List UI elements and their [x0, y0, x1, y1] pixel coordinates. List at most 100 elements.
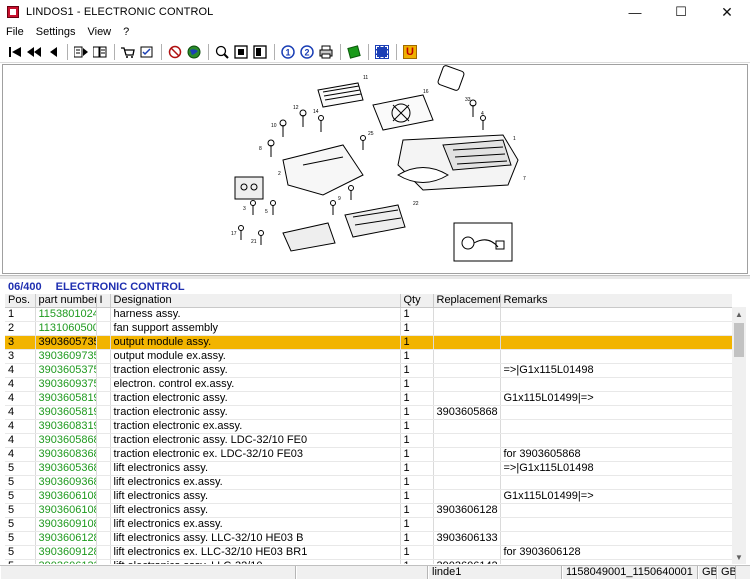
- page-view-button[interactable]: [232, 43, 250, 61]
- page-list-button[interactable]: [91, 43, 109, 61]
- cell-i: [96, 321, 111, 336]
- cell-i: [96, 531, 111, 546]
- cell-remarks: =>|G1x115L01498: [500, 363, 732, 378]
- minimize-button[interactable]: —: [612, 0, 658, 24]
- table-row[interactable]: 4 3903609375 electron. control ex.assy. 1: [5, 377, 732, 392]
- print-button[interactable]: [317, 43, 335, 61]
- cell-designation: lift electronics assy. LLC-32/10 HE03 B: [110, 531, 401, 546]
- cell-remarks: for 3903605868: [500, 447, 732, 462]
- cell-pos: 3: [5, 349, 36, 364]
- window-title: LINDOS1 - ELECTRONIC CONTROL: [26, 6, 214, 18]
- table-row[interactable]: 5 3903606128 lift electronics assy. LLC-32…: [5, 531, 732, 546]
- cell-i: [96, 391, 111, 406]
- rewind-button[interactable]: [25, 43, 43, 61]
- table-row[interactable]: 5 3903609128 lift electronics ex. LLC-32/1…: [5, 545, 732, 560]
- export-button[interactable]: [345, 43, 363, 61]
- cell-remarks: for 3903606128: [500, 545, 732, 560]
- page-fit-button[interactable]: [251, 43, 269, 61]
- header-replacement[interactable]: Replacement: [433, 294, 501, 308]
- app-icon: [7, 6, 19, 18]
- header-designation[interactable]: Designation: [110, 294, 401, 308]
- status-bar: linde1 1158049001_1150640001 GB GB: [0, 565, 750, 579]
- cell-designation: lift electronics assy. LLC-32/10: [110, 559, 401, 564]
- cell-remarks: [500, 433, 732, 448]
- table-row[interactable]: 4 3903605375 traction electronic assy. 1 =>|…: [5, 363, 732, 378]
- cell-pos: 4: [5, 447, 36, 462]
- cell-pos: 5: [5, 559, 36, 564]
- update-button[interactable]: U: [401, 43, 419, 61]
- cell-i: [96, 419, 111, 434]
- table-row[interactable]: 3 3903609735 output module ex.assy. 1: [5, 349, 732, 364]
- svg-text:2: 2: [304, 47, 309, 57]
- header-remarks[interactable]: Remarks: [500, 294, 732, 308]
- cell-designation: harness assy.: [110, 307, 401, 322]
- maximize-button[interactable]: ☐: [658, 0, 704, 24]
- pane-splitter[interactable]: [0, 275, 750, 279]
- cell-remarks: [500, 335, 732, 350]
- svg-text:12: 12: [293, 105, 299, 111]
- previous-button[interactable]: [44, 43, 62, 61]
- table-row[interactable]: 4 3903605868 traction electronic assy. LDC…: [5, 433, 732, 448]
- cell-designation: fan support assembly: [110, 321, 401, 336]
- cell-designation: output module assy.: [110, 335, 401, 350]
- table-row[interactable]: 4 3903605819 traction electronic assy. 1 G1x…: [5, 391, 732, 406]
- table-row[interactable]: 2 1131060500 fan support assembly 1: [5, 321, 732, 336]
- cell-pos: 5: [5, 461, 36, 476]
- menu-settings[interactable]: Settings: [36, 26, 76, 38]
- cell-replacement: [433, 349, 501, 364]
- cell-remarks: [500, 307, 732, 322]
- table-row[interactable]: 4 3903608368 traction electronic ex. LDC-3…: [5, 447, 732, 462]
- book-arrow-icon: [74, 46, 88, 57]
- svg-text:7: 7: [523, 176, 526, 182]
- header-qty[interactable]: Qty: [400, 294, 434, 308]
- vertical-scrollbar[interactable]: ▲ ▼: [732, 307, 746, 564]
- view-2-button[interactable]: 2: [298, 43, 316, 61]
- cell-i: [96, 307, 111, 322]
- menu-view[interactable]: View: [87, 26, 111, 38]
- table-row[interactable]: 5 3903605368 lift electronics assy. 1 =>|G1x…: [5, 461, 732, 476]
- globe-button[interactable]: [185, 43, 203, 61]
- scroll-down-arrow-icon[interactable]: ▼: [732, 550, 746, 564]
- menu-help[interactable]: ?: [123, 26, 129, 38]
- scroll-up-arrow-icon[interactable]: ▲: [732, 307, 746, 321]
- first-page-button[interactable]: [6, 43, 24, 61]
- book-next-button[interactable]: [72, 43, 90, 61]
- cell-designation: lift electronics ex.assy.: [110, 517, 401, 532]
- table-row[interactable]: 5 3903609368 lift electronics ex.assy. 1: [5, 475, 732, 490]
- cell-part-number: 1131060500: [35, 321, 97, 336]
- view-1-button[interactable]: 1: [279, 43, 297, 61]
- table-row[interactable]: 3 3903605735 output module assy. 1: [5, 335, 732, 350]
- header-i[interactable]: I: [96, 294, 111, 308]
- search-part-button[interactable]: [166, 43, 184, 61]
- cell-part-number: 3903608319: [35, 419, 97, 434]
- table-row[interactable]: 4 3903605819 traction electronic assy. 1 390…: [5, 405, 732, 420]
- menu-file[interactable]: File: [6, 26, 24, 38]
- table-row[interactable]: 4 3903608319 traction electronic ex.assy. 1: [5, 419, 732, 434]
- cell-designation: output module ex.assy.: [110, 349, 401, 364]
- cell-part-number: 3903606108: [35, 503, 97, 518]
- cell-part-number: 3903606108: [35, 489, 97, 504]
- zoom-button[interactable]: [213, 43, 231, 61]
- cell-qty: 1: [400, 377, 434, 392]
- cell-designation: electron. control ex.assy.: [110, 377, 401, 392]
- table-row[interactable]: 5 3903606108 lift electronics assy. 1 390360…: [5, 503, 732, 518]
- select-area-button[interactable]: [373, 43, 391, 61]
- table-row[interactable]: 53903606133 lift electronics assy. LLC-32…: [5, 559, 732, 564]
- table-row[interactable]: 5 3903606108 lift electronics assy. 1 G1x115…: [5, 489, 732, 504]
- header-part-number[interactable]: part number: [35, 294, 97, 308]
- svg-text:4: 4: [481, 111, 484, 117]
- status-cell-2: [296, 566, 428, 579]
- parts-drawing[interactable]: 10 12 14 8 3 5 17 21 33 4 25 9 16 11 2 7 1 22: [2, 64, 748, 274]
- toolbar-separator: [208, 43, 209, 60]
- checklist-button[interactable]: [138, 43, 156, 61]
- cell-pos: 4: [5, 419, 36, 434]
- cell-qty: 1: [400, 391, 434, 406]
- table-row[interactable]: 5 3903609108 lift electronics ex.assy. 1: [5, 517, 732, 532]
- header-pos[interactable]: Pos.: [5, 294, 36, 308]
- cell-remarks: [500, 349, 732, 364]
- magnifier-icon: [215, 45, 229, 59]
- cart-button[interactable]: [119, 43, 137, 61]
- table-row[interactable]: 1 1153801024 harness assy. 1: [5, 307, 732, 322]
- close-button[interactable]: ✕: [704, 0, 750, 24]
- scroll-thumb[interactable]: [734, 323, 744, 357]
